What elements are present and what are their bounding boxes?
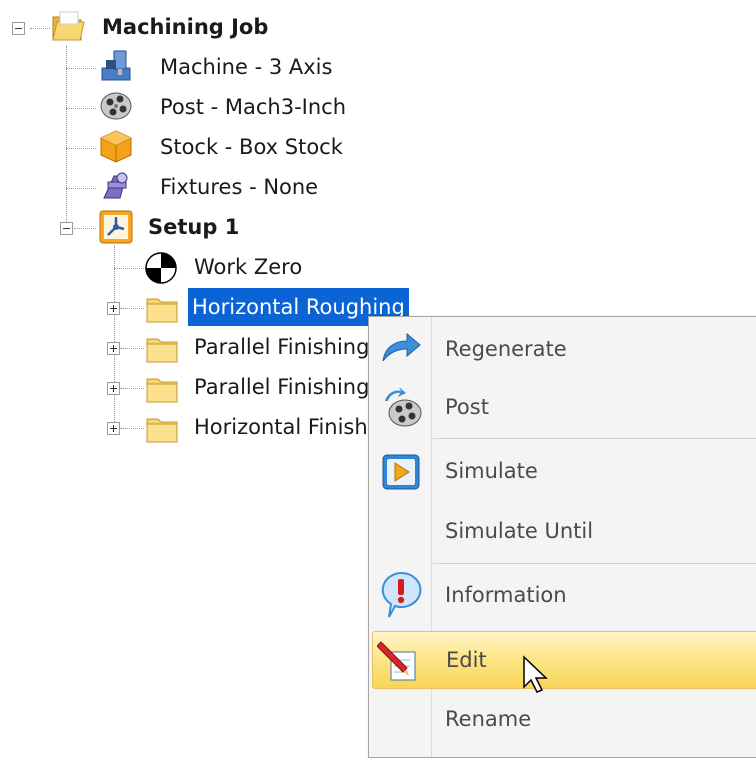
tree-connector bbox=[120, 428, 144, 429]
menu-item-rename[interactable]: Rename bbox=[369, 691, 756, 747]
menu-item-label: Edit bbox=[446, 648, 487, 672]
tree-connector bbox=[120, 388, 144, 389]
expand-operation-toggle[interactable] bbox=[107, 302, 120, 315]
tree-item-label: Horizontal Finish bbox=[194, 415, 368, 439]
menu-item-regenerate[interactable]: Regenerate bbox=[369, 321, 756, 377]
menu-item-label: Simulate bbox=[445, 459, 538, 483]
tree-connector bbox=[74, 228, 96, 229]
menu-separator bbox=[433, 563, 756, 564]
collapse-setup-toggle[interactable] bbox=[60, 222, 73, 235]
tree-connector bbox=[66, 148, 96, 149]
menu-item-simulate-until[interactable]: Simulate Until bbox=[369, 503, 756, 559]
tree-item-work-zero[interactable]: Work Zero bbox=[194, 248, 302, 286]
tree-connector bbox=[120, 348, 144, 349]
tree-item-post[interactable]: Post - Mach3-Inch bbox=[160, 88, 346, 126]
tree-item-operation[interactable]: Parallel Finishing bbox=[194, 328, 369, 366]
menu-item-label: Regenerate bbox=[445, 337, 567, 361]
tree-connector bbox=[66, 188, 96, 189]
tree-item-label: Stock - Box Stock bbox=[160, 135, 343, 159]
tree-item-label: Parallel Finishing bbox=[194, 335, 370, 359]
expand-operation-toggle[interactable] bbox=[107, 382, 120, 395]
folder-icon bbox=[146, 418, 178, 443]
setup-icon bbox=[99, 210, 133, 244]
tree-item-label: Setup 1 bbox=[148, 215, 240, 239]
machine-icon bbox=[101, 50, 131, 81]
edit-pencil-icon bbox=[377, 641, 416, 681]
menu-item-post[interactable]: Post bbox=[369, 379, 756, 435]
tree-item-machine[interactable]: Machine - 3 Axis bbox=[160, 48, 332, 86]
info-exclamation-icon bbox=[381, 571, 422, 618]
work-zero-icon bbox=[145, 252, 177, 284]
menu-item-simulate[interactable]: Simulate bbox=[369, 443, 756, 499]
expand-operation-toggle[interactable] bbox=[107, 422, 120, 435]
tree-connector bbox=[66, 108, 96, 109]
stock-box-icon bbox=[100, 130, 132, 163]
tree-item-stock[interactable]: Stock - Box Stock bbox=[160, 128, 343, 166]
tree-item-label: Machine - 3 Axis bbox=[160, 55, 333, 79]
tree-item-label: Post - Mach3-Inch bbox=[160, 95, 347, 119]
tree-item-machining-job[interactable]: Machining Job bbox=[102, 8, 268, 46]
menu-item-label: Simulate Until bbox=[445, 519, 594, 543]
tree-item-fixtures[interactable]: Fixtures - None bbox=[160, 168, 318, 206]
tree-connector bbox=[114, 268, 144, 269]
play-icon bbox=[382, 454, 420, 490]
tree-connector bbox=[30, 28, 50, 29]
regenerate-arrow-icon bbox=[382, 332, 421, 362]
menu-item-label: Information bbox=[445, 583, 567, 607]
folder-icon bbox=[146, 338, 178, 363]
fixtures-icon bbox=[103, 172, 128, 199]
tree-connector bbox=[66, 68, 96, 69]
tree-item-operation[interactable]: Parallel Finishing bbox=[194, 368, 369, 406]
expand-operation-toggle[interactable] bbox=[107, 342, 120, 355]
context-menu: Regenerate Post Simulate Simulate Until … bbox=[368, 316, 756, 758]
film-reel-icon bbox=[100, 92, 132, 120]
folder-icon bbox=[146, 378, 178, 403]
menu-separator bbox=[433, 438, 756, 439]
tree-item-setup[interactable]: Setup 1 bbox=[148, 208, 239, 246]
tree-item-label: Work Zero bbox=[194, 255, 303, 279]
tree-connector bbox=[114, 246, 115, 428]
menu-item-label: Post bbox=[445, 395, 489, 419]
tree-item-label: Parallel Finishing bbox=[194, 375, 370, 399]
tree-item-operation[interactable]: Horizontal Finish bbox=[194, 408, 368, 446]
open-folder-icon bbox=[52, 11, 85, 41]
tree-item-label: Machining Job bbox=[102, 15, 269, 39]
tree-connector bbox=[66, 46, 67, 226]
collapse-machining-job-toggle[interactable] bbox=[12, 22, 25, 35]
menu-item-label: Rename bbox=[445, 707, 532, 731]
menu-item-information[interactable]: Information bbox=[369, 567, 756, 623]
menu-item-edit[interactable]: Edit bbox=[372, 631, 756, 689]
folder-icon bbox=[146, 298, 178, 323]
post-reel-icon bbox=[385, 387, 422, 427]
tree-item-label: Fixtures - None bbox=[160, 175, 319, 199]
mouse-cursor-icon bbox=[523, 655, 548, 693]
tree-connector bbox=[120, 308, 144, 309]
